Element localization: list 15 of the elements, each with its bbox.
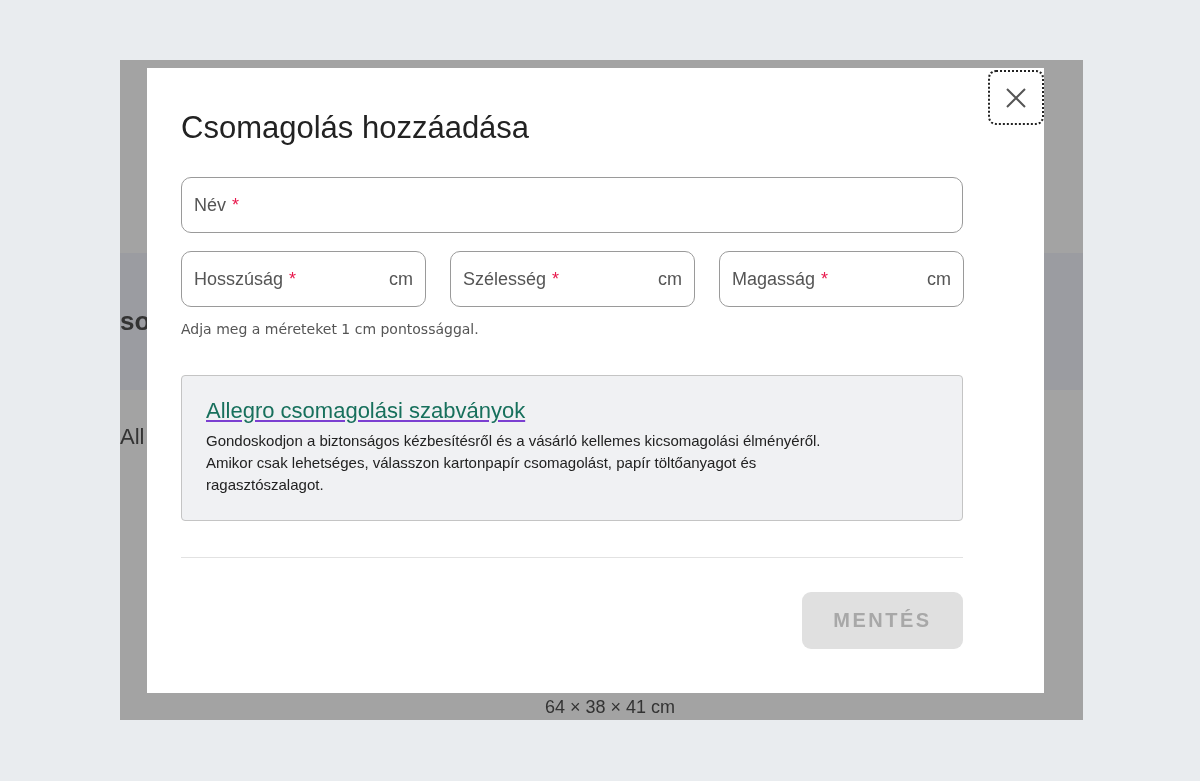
dimension-field[interactable]: Hosszúság * cm <box>181 251 426 307</box>
dimension-field[interactable]: Magasság * cm <box>719 251 964 307</box>
hint-text: Adja meg a méreteket 1 cm pontossággal. <box>181 321 480 337</box>
close-icon[interactable] <box>988 70 1044 125</box>
required-mark: * <box>232 194 240 215</box>
required-mark: * <box>289 268 297 289</box>
required-mark: * <box>552 268 560 289</box>
required-mark: * <box>821 268 829 289</box>
standards-link[interactable]: Allegro csomagolási szabványok <box>206 398 526 423</box>
name-field[interactable]: Név * <box>181 177 963 233</box>
background-text: All <box>120 424 145 450</box>
info-text: Gondoskodjon a biztonságos kézbesítésről és a vásárló kellemes kicsomagolási élményéről. Amikor csak lehetséges, válasszon kartonpapír csomagolást, papír töltőanyagot és ragasztószalagot. <box>206 431 822 495</box>
dimensions-text: 64 × 38 × 41 cm <box>545 696 676 718</box>
dialog-title: Csomagolás hozzáadása <box>181 109 531 147</box>
dimension-field[interactable]: Szélesség * cm <box>450 251 695 307</box>
